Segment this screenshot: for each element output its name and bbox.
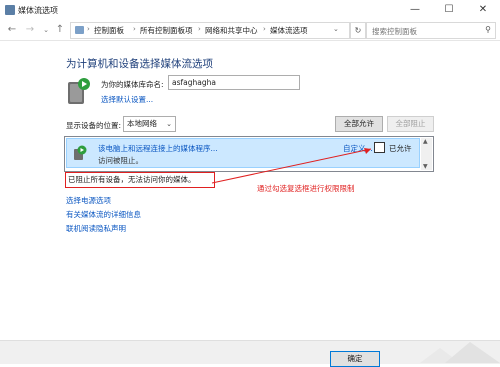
choose-default-settings-link[interactable]: 选择默认设置... <box>101 94 153 105</box>
power-options-link[interactable]: 选择电源选项 <box>66 195 141 206</box>
maximize-button[interactable]: ☐ <box>432 0 466 20</box>
address-bar: ← → ⌄ ↑ › 控制面板 › 所有控制面板项 › 网络和共享中心 › 媒体流… <box>0 20 500 41</box>
device-list-scrollbar[interactable]: ▲ ▼ <box>421 138 432 170</box>
breadcrumb-control-panel[interactable]: 控制面板 <box>94 25 124 36</box>
allowed-label: 已允许 <box>389 144 412 153</box>
list-item[interactable]: 该电脑上和远程连接上的媒体程序... 访问被阻止。 自定义... 已允许 <box>66 138 420 168</box>
blocked-message: 已阻止所有设备，无法访问你的媒体。 <box>65 172 215 188</box>
allow-all-button[interactable]: 全部允许 <box>335 116 383 132</box>
close-button[interactable]: ✕ <box>466 0 500 20</box>
address-box[interactable]: › 控制面板 › 所有控制面板项 › 网络和共享中心 › 媒体流选项 ⌄ <box>70 22 350 39</box>
control-panel-icon <box>75 26 84 34</box>
media-stream-app-icon <box>5 5 15 15</box>
minimize-button[interactable]: — <box>398 0 432 20</box>
breadcrumb-separator-icon: › <box>87 25 90 33</box>
watermark-graphic <box>420 342 500 363</box>
library-name-label: 为你的媒体库命名: <box>101 80 164 89</box>
privacy-statement-link[interactable]: 联机阅读隐私声明 <box>66 223 141 234</box>
breadcrumb-media-streaming[interactable]: 媒体流选项 <box>270 25 308 36</box>
media-library-icon <box>68 78 90 104</box>
breadcrumb-all-items[interactable]: 所有控制面板项 <box>140 25 193 36</box>
up-arrow-icon[interactable]: ↑ <box>52 22 68 38</box>
breadcrumb-network-center[interactable]: 网络和共享中心 <box>205 25 258 36</box>
scroll-up-icon[interactable]: ▲ <box>423 138 428 145</box>
related-links: 选择电源选项 有关媒体流的详细信息 联机阅读隐私声明 <box>66 195 141 237</box>
show-devices-select[interactable]: 本地网络 ⌄ <box>123 116 176 132</box>
breadcrumb-separator-icon: › <box>133 25 136 33</box>
allowed-checkbox[interactable] <box>374 142 385 153</box>
library-name-field[interactable] <box>168 75 300 90</box>
search-input[interactable] <box>370 24 474 39</box>
annotation-text: 通过勾选复选框进行权限限制 <box>257 184 355 193</box>
media-streaming-info-link[interactable]: 有关媒体流的详细信息 <box>66 209 141 220</box>
block-all-button[interactable]: 全部阻止 <box>387 116 434 132</box>
device-list[interactable]: 该电脑上和远程连接上的媒体程序... 访问被阻止。 自定义... 已允许 ▲ ▼ <box>64 136 434 172</box>
ok-button[interactable]: 确定 <box>330 351 380 367</box>
forward-arrow-icon[interactable]: → <box>22 22 38 38</box>
back-arrow-icon[interactable]: ← <box>4 22 20 38</box>
scroll-down-icon[interactable]: ▼ <box>423 163 428 170</box>
device-name-link[interactable]: 该电脑上和远程连接上的媒体程序... <box>98 143 218 154</box>
page-heading: 为计算机和设备选择媒体流选项 <box>66 58 213 70</box>
chevron-down-icon: ⌄ <box>166 120 172 128</box>
media-program-icon <box>74 145 87 160</box>
title-bar: 媒体流选项 — ☐ ✕ <box>0 0 500 20</box>
search-icon[interactable]: ⚲ <box>485 25 491 34</box>
refresh-icon[interactable]: ↻ <box>350 22 366 39</box>
breadcrumb-separator-icon: › <box>263 25 266 33</box>
show-devices-label: 显示设备的位置: <box>66 121 122 130</box>
address-chevron-down-icon[interactable]: ⌄ <box>333 25 339 33</box>
show-devices-value: 本地网络 <box>127 119 157 128</box>
breadcrumb-separator-icon: › <box>198 25 201 33</box>
window-title: 媒体流选项 <box>18 6 58 15</box>
search-box[interactable]: ⚲ <box>366 22 496 39</box>
device-status: 访问被阻止。 <box>98 156 143 165</box>
customize-link[interactable]: 自定义... <box>343 143 373 154</box>
